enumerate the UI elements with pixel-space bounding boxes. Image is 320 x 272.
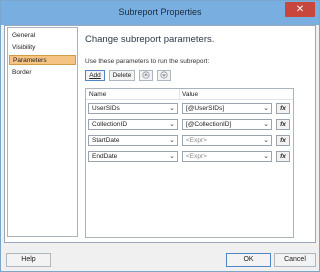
window-title: Subreport Properties (118, 7, 202, 17)
delete-button[interactable]: Delete (109, 70, 135, 81)
chevron-down-icon: ⌄ (263, 153, 269, 160)
parameter-value-text: <Expr> (186, 153, 207, 160)
parameter-value-text: [@CollectionID] (186, 121, 232, 128)
column-header-name: Name (89, 91, 107, 98)
nav-item-parameters[interactable]: Parameters (9, 55, 76, 65)
ok-button[interactable]: OK (226, 253, 271, 267)
cancel-button[interactable]: Cancel (274, 253, 316, 267)
parameters-grid: Name Value UserSIDs ⌄ [@UserSIDs] ⌄ fx Col… (85, 88, 294, 238)
parameter-value-dropdown[interactable]: [@UserSIDs] ⌄ (182, 103, 272, 114)
chevron-down-icon: ⌄ (169, 121, 175, 128)
parameter-name-text: EndDate (92, 153, 118, 160)
expression-button[interactable]: fx (276, 119, 290, 130)
chevron-down-icon: ⌄ (263, 121, 269, 128)
parameter-value-text: [@UserSIDs] (186, 105, 225, 112)
help-button[interactable]: Help (6, 253, 51, 267)
header-divider (86, 99, 293, 100)
expression-button[interactable]: fx (276, 103, 290, 114)
chevron-down-icon: ⌄ (169, 153, 175, 160)
parameter-name-dropdown[interactable]: UserSIDs ⌄ (88, 103, 178, 114)
parameter-row: UserSIDs ⌄ [@UserSIDs] ⌄ fx (86, 101, 293, 117)
nav-item-border[interactable]: Border (9, 68, 76, 78)
chevron-down-icon: ⌄ (169, 105, 175, 112)
nav-item-general[interactable]: General (9, 31, 76, 41)
close-button[interactable]: ✕ (285, 2, 315, 17)
parameter-name-text: StartDate (92, 137, 120, 144)
expression-button[interactable]: fx (276, 151, 290, 162)
nav-item-visibility[interactable]: Visibility (9, 43, 76, 53)
navigation-list: General Visibility Parameters Border (7, 27, 78, 237)
parameter-value-text: <Expr> (186, 137, 207, 144)
parameter-row: StartDate ⌄ <Expr> ⌄ fx (86, 133, 293, 149)
title-bar[interactable]: Subreport Properties ✕ (1, 1, 319, 25)
chevron-down-icon: ⌄ (263, 137, 269, 144)
parameter-name-dropdown[interactable]: StartDate ⌄ (88, 135, 178, 146)
add-button[interactable]: Add (85, 70, 105, 81)
parameter-name-text: CollectionID (92, 121, 128, 128)
column-separator (179, 89, 180, 99)
parameters-panel: Change subreport parameters. Use these p… (85, 27, 313, 239)
subreport-properties-dialog: Subreport Properties ✕ General Visibilit… (0, 0, 320, 272)
parameter-value-dropdown[interactable]: [@CollectionID] ⌄ (182, 119, 272, 130)
arrow-down-icon (160, 71, 168, 79)
parameter-row: EndDate ⌄ <Expr> ⌄ fx (86, 149, 293, 165)
parameter-row: CollectionID ⌄ [@CollectionID] ⌄ fx (86, 117, 293, 133)
instruction-text: Use these parameters to run the subrepor… (85, 58, 210, 65)
arrow-up-icon (142, 71, 150, 79)
move-down-button[interactable] (157, 70, 171, 81)
column-header-value: Value (182, 91, 199, 98)
chevron-down-icon: ⌄ (169, 137, 175, 144)
move-up-button[interactable] (139, 70, 153, 81)
parameter-name-text: UserSIDs (92, 105, 120, 112)
chevron-down-icon: ⌄ (263, 105, 269, 112)
parameter-name-dropdown[interactable]: EndDate ⌄ (88, 151, 178, 162)
add-button-label: Add (89, 72, 101, 79)
parameter-value-dropdown[interactable]: <Expr> ⌄ (182, 151, 272, 162)
parameter-value-dropdown[interactable]: <Expr> ⌄ (182, 135, 272, 146)
expression-button[interactable]: fx (276, 135, 290, 146)
page-heading: Change subreport parameters. (85, 34, 215, 45)
parameter-name-dropdown[interactable]: CollectionID ⌄ (88, 119, 178, 130)
